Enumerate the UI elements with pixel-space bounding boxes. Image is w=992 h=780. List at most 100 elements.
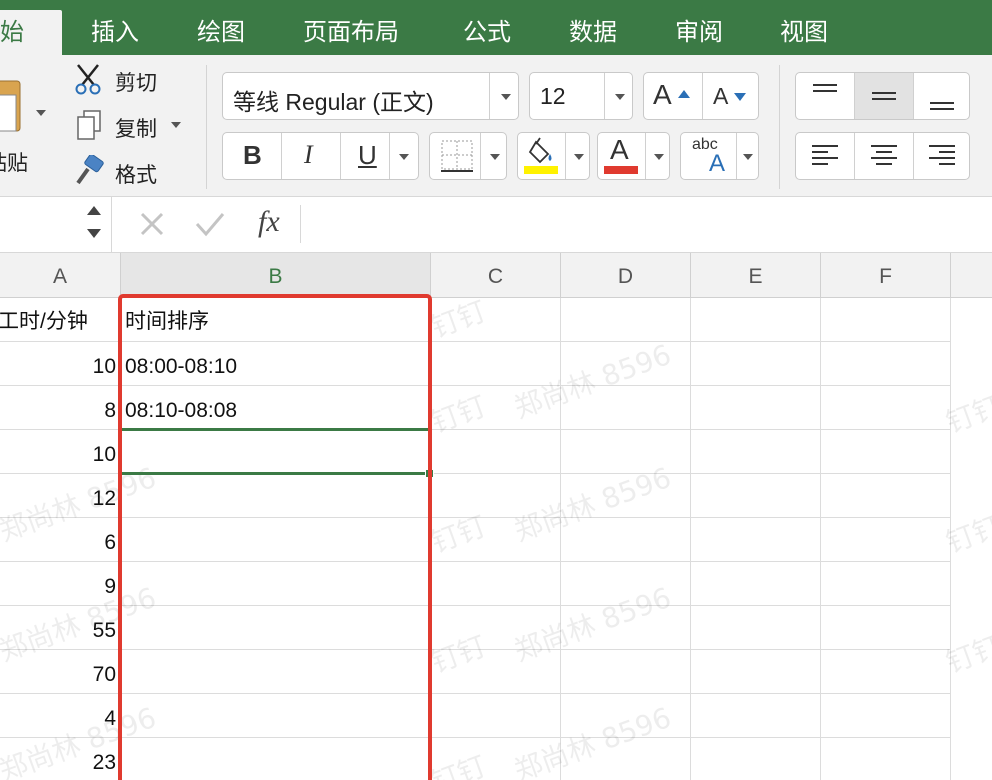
watermark-text: 钉钉 xyxy=(941,509,992,560)
name-box-scroll-up-icon[interactable] xyxy=(87,206,101,215)
name-box-scroll-down-icon[interactable] xyxy=(87,229,101,238)
cancel-entry-button[interactable] xyxy=(136,208,168,240)
align-right-button[interactable] xyxy=(914,133,970,179)
cell-a7[interactable]: 9 xyxy=(0,562,116,606)
format-painter-icon xyxy=(76,155,104,185)
cell-a9[interactable]: 70 xyxy=(0,650,116,694)
confirm-entry-button[interactable] xyxy=(193,208,227,240)
cut-button[interactable]: 剪切 xyxy=(72,63,172,97)
checkmark-icon xyxy=(195,213,225,237)
fill-color-dropdown-icon xyxy=(574,154,584,160)
align-bottom-icon xyxy=(930,102,954,110)
tab-page-layout-label: 页面布局 xyxy=(303,18,399,46)
cell-a2[interactable]: 10 xyxy=(0,342,116,386)
fill-color-icon xyxy=(528,137,552,164)
font-name-dropdown-icon xyxy=(501,94,511,100)
align-bottom-button[interactable] xyxy=(914,73,970,119)
cell-a3[interactable]: 8 xyxy=(0,386,116,430)
align-left-button[interactable] xyxy=(796,133,854,179)
italic-button[interactable]: I xyxy=(282,133,340,179)
scissors-icon xyxy=(75,64,101,95)
align-center-button[interactable] xyxy=(855,133,913,179)
copy-label: 复制 xyxy=(115,117,157,141)
align-top-button[interactable] xyxy=(796,73,854,119)
copy-button[interactable]: 复制 xyxy=(72,109,187,143)
underline-icon: U xyxy=(358,140,377,170)
watermark-text: 钉钉 xyxy=(426,294,491,345)
decrease-font-size-button[interactable]: A xyxy=(703,73,759,119)
format-painter-button[interactable]: 格式 xyxy=(72,155,172,189)
tab-data[interactable]: 数据 xyxy=(569,10,617,55)
tab-view-label: 视图 xyxy=(780,18,828,46)
column-header-c[interactable]: C xyxy=(431,253,560,298)
watermark-text: 钉钉 xyxy=(426,629,491,680)
font-name-value: 等线 Regular (正文) xyxy=(233,89,434,115)
borders-dropdown-icon xyxy=(490,154,500,160)
column-header-e[interactable]: E xyxy=(691,253,820,298)
tab-home-label: 开始 xyxy=(0,18,24,46)
font-size-adjust-group: A A xyxy=(643,72,759,120)
cell-a5[interactable]: 12 xyxy=(0,474,116,518)
tab-review-label: 审阅 xyxy=(675,18,723,46)
name-box[interactable] xyxy=(0,197,112,252)
insert-function-button[interactable]: fx xyxy=(252,203,296,245)
font-name-select[interactable]: 等线 Regular (正文) xyxy=(222,72,519,120)
cell-a6[interactable]: 6 xyxy=(0,518,116,562)
watermark-text: 钉钉 xyxy=(941,629,992,680)
cell-a8[interactable]: 55 xyxy=(0,606,116,650)
tab-formulas[interactable]: 公式 xyxy=(463,10,511,55)
horizontal-alignment-group xyxy=(795,132,970,180)
align-center-icon xyxy=(871,145,897,165)
formula-input[interactable] xyxy=(310,203,980,245)
font-size-select[interactable]: 12 xyxy=(529,72,633,120)
borders-button[interactable] xyxy=(429,132,507,180)
font-size-dropdown-icon xyxy=(615,94,625,100)
spreadsheet-grid[interactable]: 郑尚林 8596 郑尚林 8596 郑尚林 8596 郑尚林 8596 郑尚林 … xyxy=(0,294,992,780)
font-style-group: B I U xyxy=(222,132,419,180)
fill-color-button[interactable] xyxy=(517,132,590,180)
column-header-f[interactable]: F xyxy=(821,253,950,298)
ribbon-home: 粘贴 剪切 复制 格式 等线 Regular (正文) xyxy=(0,55,992,197)
bold-button[interactable]: B xyxy=(223,133,281,179)
column-header-d[interactable]: D xyxy=(561,253,690,298)
increase-font-size-button[interactable]: A xyxy=(644,73,702,119)
tab-page-layout[interactable]: 页面布局 xyxy=(303,10,399,55)
align-right-icon xyxy=(929,145,955,165)
cell-a1[interactable]: 工时/分钟 xyxy=(0,298,88,342)
tab-review[interactable]: 审阅 xyxy=(675,10,723,55)
increase-font-size-icon: A xyxy=(653,79,672,110)
cell-a11[interactable]: 23 xyxy=(0,738,116,780)
phonetic-guide-button[interactable]: abc A xyxy=(680,132,759,180)
tab-data-label: 数据 xyxy=(569,18,617,46)
formula-bar: fx xyxy=(0,197,992,253)
column-header-row: A B C D E F xyxy=(0,253,992,298)
tab-insert-label: 插入 xyxy=(91,18,139,46)
align-middle-button[interactable] xyxy=(855,73,913,119)
underline-dropdown-icon xyxy=(399,154,409,160)
tab-formulas-label: 公式 xyxy=(463,18,511,46)
fill-color-swatch xyxy=(524,166,558,174)
cell-a4[interactable]: 10 xyxy=(0,430,116,474)
tab-draw[interactable]: 绘图 xyxy=(197,10,245,55)
column-header-b[interactable]: B xyxy=(121,253,430,298)
tab-view[interactable]: 视图 xyxy=(780,10,828,55)
font-color-button[interactable]: A xyxy=(597,132,670,180)
borders-icon xyxy=(441,140,473,172)
cell-a10[interactable]: 4 xyxy=(0,694,116,738)
underline-button[interactable]: U xyxy=(341,133,419,179)
tab-draw-label: 绘图 xyxy=(197,18,245,46)
font-size-value: 12 xyxy=(540,83,566,109)
watermark-text: 钉钉 xyxy=(426,389,491,440)
paste-button[interactable]: 粘贴 xyxy=(0,67,56,177)
paste-dropdown-icon[interactable] xyxy=(36,110,46,116)
paste-label: 粘贴 xyxy=(0,151,28,175)
tab-insert[interactable]: 插入 xyxy=(91,10,139,55)
column-header-a[interactable]: A xyxy=(0,253,120,298)
tab-home[interactable]: 开始 xyxy=(0,10,62,55)
phonetic-guide-icon: A xyxy=(709,150,726,177)
copy-dropdown-icon[interactable] xyxy=(171,122,181,128)
ribbon-tab-bar: 开始 插入 绘图 页面布局 公式 数据 审阅 视图 xyxy=(0,0,992,55)
watermark-text: 钉钉 xyxy=(426,509,491,560)
highlight-box xyxy=(118,294,432,780)
cut-label: 剪切 xyxy=(115,71,157,95)
